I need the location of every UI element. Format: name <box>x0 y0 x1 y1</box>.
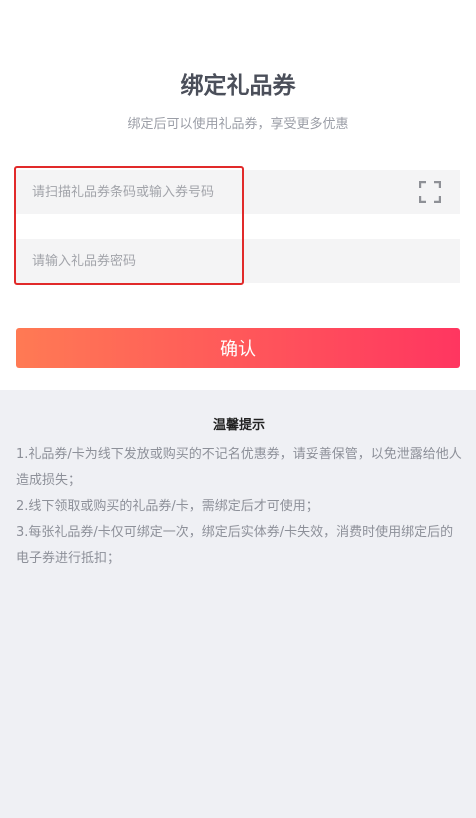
tips-section: 温馨提示 1.礼品券/卡为线下发放或购买的不记名优惠券，请妥善保管，以免泄露给他… <box>16 414 462 572</box>
coupon-password-input[interactable] <box>16 239 412 283</box>
form-section: 绑定礼品券 绑定后可以使用礼品券，享受更多优惠 确认 <box>0 0 476 390</box>
tips-title: 温馨提示 <box>212 418 265 433</box>
tips-item: 3.每张礼品券/卡仅可绑定一次，绑定后实体券/卡失效，消费时使用绑定后的电子券进… <box>16 525 454 566</box>
tips-item: 2.线下领取或购买的礼品券/卡，需绑定后才可使用； <box>16 499 319 514</box>
coupon-password-field <box>16 239 460 283</box>
coupon-code-input[interactable] <box>16 170 412 214</box>
coupon-code-field <box>16 170 460 214</box>
confirm-button[interactable]: 确认 <box>16 328 460 368</box>
page-title: 绑定礼品券 <box>180 73 296 99</box>
tips-item: 1.礼品券/卡为线下发放或购买的不记名优惠券，请妥善保管，以免泄露给他人造成损失… <box>16 447 462 488</box>
scan-icon[interactable] <box>419 181 441 203</box>
page-subtitle: 绑定后可以使用礼品券，享受更多优惠 <box>127 117 349 132</box>
